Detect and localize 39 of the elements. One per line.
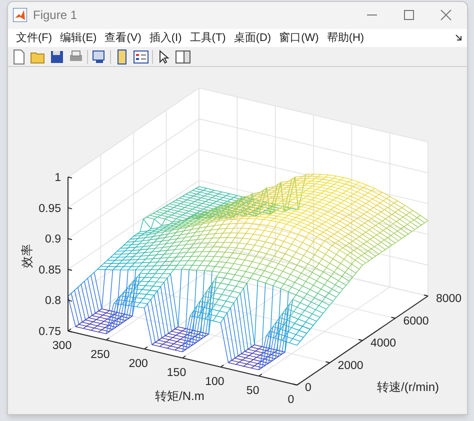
tick-label: 0.9 xyxy=(45,234,61,246)
tick-label: 300 xyxy=(52,340,72,352)
panel-icon[interactable] xyxy=(175,48,191,65)
menu-item[interactable]: 工具(T) xyxy=(186,30,230,46)
new-file-icon[interactable] xyxy=(11,48,27,65)
tick-label: 8000 xyxy=(436,292,462,305)
tick-label: 200 xyxy=(128,358,148,370)
tick-label: 0.75 xyxy=(38,326,61,338)
tick-label: 0.8 xyxy=(45,295,61,308)
menu-item[interactable]: 文件(F) xyxy=(12,30,56,46)
close-icon[interactable] xyxy=(440,9,452,22)
tick-label: 2000 xyxy=(338,360,364,372)
tick-label: 4000 xyxy=(370,337,396,350)
tick-label: 0.95 xyxy=(38,202,61,215)
menu-item[interactable]: 窗口(W) xyxy=(275,30,323,46)
app-logo-icon xyxy=(13,8,27,22)
tick-label: 1 xyxy=(54,172,61,184)
tick-label: 0 xyxy=(288,394,294,406)
monitor-icon[interactable] xyxy=(91,48,107,65)
axis-label: 转速/(r/min) xyxy=(377,380,439,394)
window-title: Figure 1 xyxy=(33,7,78,24)
menu-item[interactable]: 编辑(E) xyxy=(56,30,101,46)
tick-label: 150 xyxy=(166,366,186,379)
legend-icon[interactable] xyxy=(133,48,149,65)
maximize-icon[interactable] xyxy=(403,9,415,22)
dock-arrow-icon[interactable] xyxy=(455,34,463,42)
tick-label: 0 xyxy=(305,382,312,394)
axis-label: 效率 xyxy=(20,244,34,268)
menu-item[interactable]: 帮助(H) xyxy=(322,30,368,46)
menu-item[interactable]: 查看(V) xyxy=(100,30,146,46)
tick-label: 50 xyxy=(246,384,260,397)
tick-label: 250 xyxy=(90,348,110,361)
save-icon[interactable] xyxy=(49,48,65,65)
tick-label: 6000 xyxy=(403,315,429,328)
tick-label: 0.85 xyxy=(38,264,61,276)
menu-item[interactable]: 桌面(D) xyxy=(230,30,276,46)
menu-item[interactable]: 插入(I) xyxy=(145,30,186,46)
axis-label: 转矩/N.m xyxy=(155,388,204,403)
tick-label: 100 xyxy=(205,376,224,388)
